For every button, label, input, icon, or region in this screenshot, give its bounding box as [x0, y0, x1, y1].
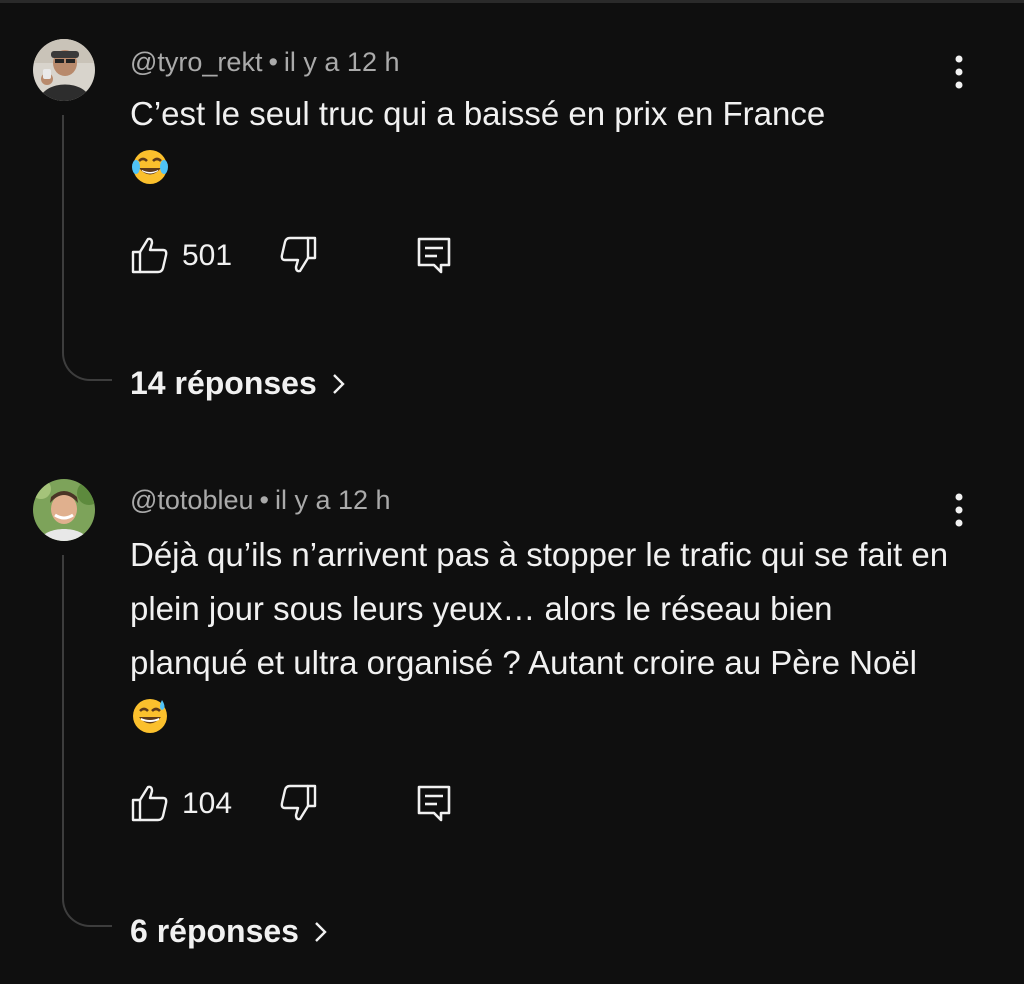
like-button[interactable]	[130, 235, 170, 275]
thumbs-up-icon	[131, 237, 168, 274]
like-count: 501	[182, 239, 233, 272]
avatar-image-icon	[33, 39, 95, 101]
comment-meta: @totobleu • il y a 12 h	[130, 485, 391, 516]
comment-text: C’est le seul truc qui a baissé en prix …	[130, 87, 950, 195]
thumbs-down-icon	[280, 236, 317, 273]
dislike-button[interactable]	[278, 235, 318, 275]
reply-button[interactable]	[414, 235, 454, 275]
comment-reply-icon	[417, 237, 451, 274]
like-count: 104	[182, 787, 233, 820]
view-replies-button[interactable]: 6 réponses	[130, 913, 329, 952]
reply-button[interactable]	[414, 783, 454, 823]
thumbs-up-icon	[131, 785, 168, 822]
timestamp: il y a 12 h	[283, 47, 400, 77]
comment-reply-icon	[417, 785, 451, 822]
comment-body: C’est le seul truc qui a baissé en prix …	[130, 95, 826, 132]
replies-count-label: 6 réponses	[130, 913, 299, 949]
comment-body: Déjà qu’ils n’arrivent pas à stopper le …	[130, 536, 949, 681]
chevron-right-icon	[313, 915, 329, 952]
comment-2: @totobleu • il y a 12 h Déjà qu’ils n’arri…	[0, 443, 1024, 984]
like-button[interactable]	[130, 783, 170, 823]
comment-actions: 501	[130, 235, 550, 279]
comments-page: @tyro_rekt • il y a 12 h C’est le seul tru…	[0, 0, 1024, 984]
meta-separator: •	[268, 47, 278, 77]
dislike-button[interactable]	[278, 783, 318, 823]
comment-1: @tyro_rekt • il y a 12 h C’est le seul tru…	[0, 3, 1024, 443]
more-options-button[interactable]	[944, 491, 974, 531]
thread-line	[62, 115, 112, 381]
kebab-menu-icon	[955, 493, 963, 527]
author-name[interactable]: @totobleu	[130, 485, 254, 515]
comment-meta: @tyro_rekt • il y a 12 h	[130, 47, 399, 78]
avatar[interactable]	[33, 39, 95, 101]
timestamp: il y a 12 h	[274, 485, 391, 515]
chevron-right-icon	[331, 367, 347, 404]
comment-text: Déjà qu’ils n’arrivent pas à stopper le …	[130, 528, 950, 744]
meta-separator: •	[259, 485, 269, 515]
view-replies-button[interactable]: 14 réponses	[130, 365, 347, 404]
avatar[interactable]	[33, 479, 95, 541]
author-name[interactable]: @tyro_rekt	[130, 47, 262, 77]
avatar-image-icon	[33, 479, 95, 541]
grinning-face-with-sweat-icon	[130, 696, 170, 736]
thread-line	[62, 555, 112, 927]
comment-actions: 104	[130, 783, 550, 827]
replies-count-label: 14 réponses	[130, 365, 317, 401]
face-with-tears-of-joy-icon	[130, 147, 170, 187]
thumbs-down-icon	[280, 784, 317, 821]
